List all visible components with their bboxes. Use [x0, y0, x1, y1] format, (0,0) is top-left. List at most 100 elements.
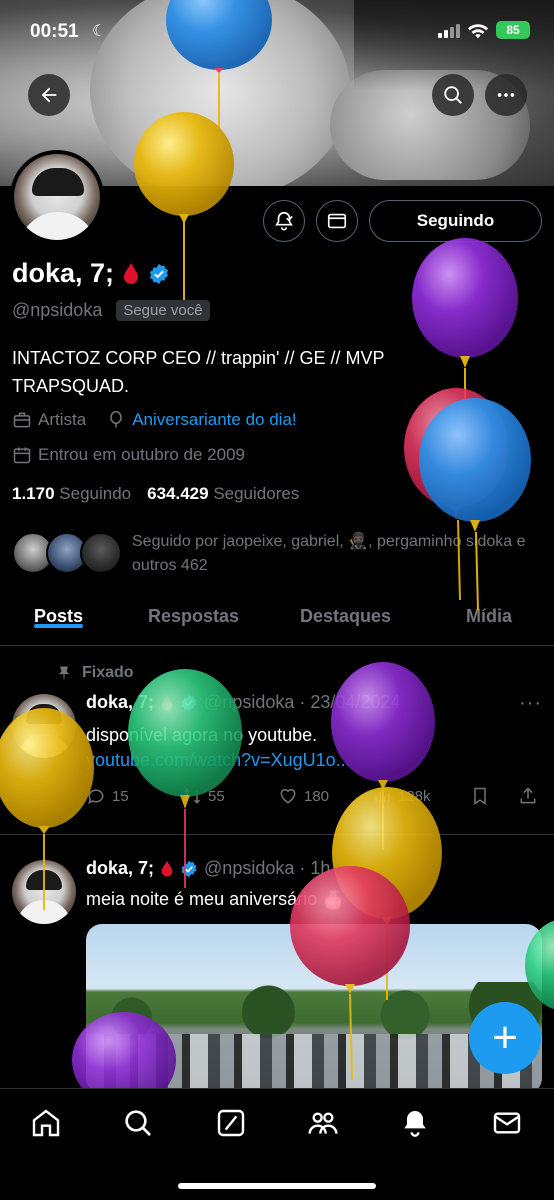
- follow-stats: 1.170 Seguindo 634.429 Seguidores: [12, 484, 299, 504]
- profile-name: doka, 7;: [12, 258, 115, 288]
- profile-meta-row: Artista Aniversariante do dia!: [12, 410, 297, 430]
- balloon-blue: [419, 398, 531, 611]
- communities-icon[interactable]: [307, 1107, 339, 1139]
- post-handle-date: @npsidoka · 23/04/2024: [204, 692, 401, 712]
- like-count: 180: [304, 787, 330, 805]
- pin-icon: [58, 666, 70, 679]
- like-button[interactable]: 180: [278, 786, 329, 806]
- following-count: 1.170: [12, 484, 55, 503]
- post-avatar[interactable]: [12, 860, 76, 924]
- birthday-link[interactable]: Aniversariante do dia!: [132, 410, 296, 430]
- post-handle-date: @npsidoka · 1h: [204, 858, 331, 878]
- tab-replies[interactable]: Respostas: [148, 590, 239, 627]
- post-more-button[interactable]: ···: [519, 692, 542, 715]
- blood-drop-icon: [161, 694, 173, 710]
- mail-icon: [327, 213, 347, 229]
- grok-icon[interactable]: [215, 1107, 247, 1139]
- profile-bio: INTACTOZ CORP CEO // trappin' // GE // M…: [12, 348, 385, 396]
- repost-icon: [183, 788, 201, 804]
- tab-posts[interactable]: Posts: [34, 590, 84, 628]
- profile-tabs: Posts Respostas Destaques Mídia: [0, 590, 554, 646]
- heart-icon: [280, 789, 296, 804]
- reply-button[interactable]: 15: [86, 786, 129, 806]
- tab-media[interactable]: Mídia: [466, 590, 512, 627]
- repost-count: 55: [208, 787, 225, 805]
- followers-stat[interactable]: 634.429 Seguidores: [147, 484, 299, 504]
- views-count: 128k: [398, 787, 431, 805]
- message-button[interactable]: [316, 200, 358, 242]
- bell-icon[interactable]: [399, 1107, 431, 1139]
- balloon-icon: [110, 410, 122, 428]
- briefcase-icon: [13, 412, 31, 428]
- balloon-purple: [412, 238, 518, 445]
- tab-highlights[interactable]: Destaques: [300, 590, 391, 627]
- verified-badge-icon: [181, 860, 197, 877]
- post-engagement-bar: 15 55 180 128k: [86, 786, 546, 810]
- post-text: disponível agora no youtube.: [86, 725, 318, 745]
- battery-indicator: 85: [496, 21, 530, 39]
- profile-name-row: doka, 7;: [12, 258, 170, 289]
- post-text: meia noite é meu aniversário 🎂: [86, 889, 345, 909]
- verified-badge-icon[interactable]: [148, 263, 170, 285]
- notifications-button[interactable]: [263, 200, 305, 242]
- reply-icon: [88, 789, 104, 805]
- blood-drop-icon: [124, 262, 139, 284]
- compose-post-button[interactable]: +: [469, 1002, 541, 1074]
- post-divider: [0, 834, 554, 835]
- bookmark-icon: [474, 787, 486, 805]
- home-indicator[interactable]: [178, 1183, 376, 1189]
- share-icon: [520, 787, 536, 804]
- followed-by-row[interactable]: Seguido por jaopeixe, gabriel, 🥷🏿, perga…: [12, 530, 542, 578]
- mutual-avatars: [12, 530, 122, 576]
- post-author-name[interactable]: doka, 7;: [86, 692, 154, 713]
- verified-badge-icon: [181, 694, 197, 711]
- moon-icon: ☾: [92, 23, 107, 40]
- pinned-label: Fixado: [82, 664, 134, 681]
- search-button[interactable]: [432, 74, 474, 116]
- followers-count: 634.429: [147, 484, 209, 503]
- post-link[interactable]: youtube.com/watch?v=XugU1o...: [86, 750, 351, 771]
- search-icon[interactable]: [122, 1107, 154, 1139]
- profile-avatar[interactable]: [10, 150, 104, 244]
- joined-date: Entrou em outubro de 2009: [38, 445, 245, 464]
- more-options-button[interactable]: [485, 74, 527, 116]
- back-button[interactable]: [28, 74, 70, 116]
- post-author-name[interactable]: doka, 7;: [86, 858, 154, 879]
- followed-by-text: Seguido por jaopeixe, gabriel, 🥷🏿, perga…: [132, 533, 526, 574]
- bell-icon: [275, 211, 293, 231]
- wifi-icon: [467, 24, 489, 39]
- share-button[interactable]: [518, 786, 538, 806]
- followers-label: Seguidores: [213, 484, 300, 503]
- post-header: doka, 7; @npsidoka · 1h: [86, 858, 330, 879]
- avatar-cap: [32, 168, 84, 196]
- signal-icon: [438, 24, 460, 38]
- handle-row: @npsidoka Segue você: [12, 300, 210, 321]
- profile-handle: @npsidoka: [12, 300, 103, 320]
- pinned-label-row: Fixado: [56, 664, 134, 682]
- more-icon: [497, 93, 515, 97]
- status-bar: 00:51 ☾ 85: [0, 18, 554, 48]
- post-avatar[interactable]: [12, 694, 76, 758]
- home-icon[interactable]: [30, 1107, 62, 1139]
- views-button[interactable]: 128k: [372, 786, 431, 806]
- blood-drop-icon: [161, 860, 173, 876]
- views-icon: [375, 791, 390, 803]
- status-time: 00:51: [30, 21, 79, 42]
- post-image-parking-lot[interactable]: [86, 924, 542, 1094]
- post-header: doka, 7; @npsidoka · 23/04/2024: [86, 692, 400, 713]
- mutual-avatar: [80, 532, 122, 574]
- follows-you-badge: Segue você: [116, 300, 210, 321]
- search-icon: [444, 86, 462, 104]
- mail-icon[interactable]: [491, 1107, 523, 1139]
- repost-button[interactable]: 55: [182, 786, 225, 806]
- following-stat[interactable]: 1.170 Seguindo: [12, 484, 131, 504]
- reply-count: 15: [112, 787, 129, 805]
- joined-row: Entrou em outubro de 2009: [12, 445, 245, 465]
- bookmark-button[interactable]: [470, 786, 490, 806]
- following-button[interactable]: Seguindo: [369, 200, 542, 242]
- avatar-shirt: [18, 212, 98, 240]
- back-arrow-icon: [41, 87, 57, 103]
- following-label: Seguindo: [59, 484, 132, 503]
- profile-category: Artista: [38, 410, 87, 429]
- calendar-icon: [13, 447, 31, 464]
